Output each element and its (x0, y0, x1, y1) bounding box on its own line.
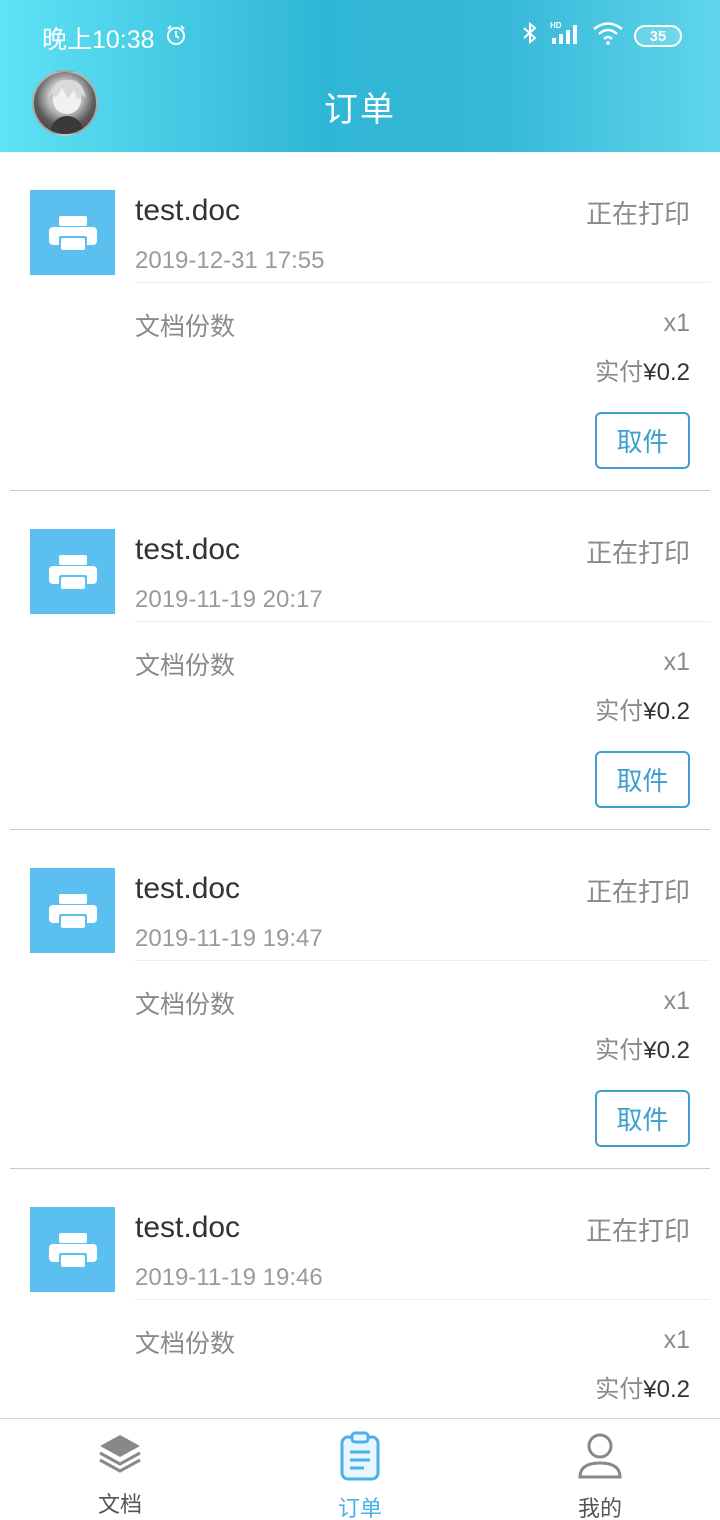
bottom-tab-bar: 文档 订单 我的 (0, 1418, 720, 1520)
printer-icon (30, 1207, 115, 1292)
printer-icon (30, 529, 115, 614)
copies-value: x1 (663, 1326, 690, 1354)
page-title: 订单 (324, 90, 396, 130)
paid-amount-row: 实付¥0.2 (595, 352, 690, 387)
copies-value: x1 (663, 987, 690, 1015)
header: 晚上10:38 HD 35 订单 (0, 0, 720, 152)
status-time: 晚上10:38 (42, 26, 155, 54)
file-name: test.doc (135, 533, 241, 566)
order-status: 正在打印 (585, 878, 690, 908)
paid-label: 实付 (595, 1036, 644, 1064)
app-root: 晚上10:38 HD 35 订单 test.doc 正在打印 2019-12-3… (0, 0, 720, 1520)
paid-amount: ¥0.2 (643, 1037, 690, 1064)
divider (135, 1299, 710, 1300)
printer-icon (30, 868, 115, 953)
order-status: 正在打印 (585, 539, 690, 569)
copies-label: 文档份数 (135, 312, 236, 341)
paid-label: 实付 (595, 358, 644, 386)
paid-amount: ¥0.2 (643, 698, 690, 725)
tab-label: 我的 (577, 1497, 622, 1520)
tab-label: 订单 (337, 1497, 382, 1520)
wifi-icon (592, 21, 624, 51)
layers-icon (97, 1431, 143, 1483)
file-name: test.doc (135, 1211, 241, 1244)
order-status: 正在打印 (585, 1217, 690, 1247)
copies-label: 文档份数 (135, 1329, 236, 1358)
paid-label: 实付 (595, 697, 644, 725)
copies-value: x1 (663, 309, 690, 337)
tab-documents[interactable]: 文档 (0, 1419, 240, 1520)
tab-label: 文档 (97, 1493, 142, 1518)
battery-indicator: 35 (634, 25, 682, 47)
signal-icon: HD (550, 20, 582, 52)
order-card[interactable]: test.doc 正在打印 2019-11-19 19:47 文档份数 x1 实… (10, 830, 710, 1169)
bluetooth-icon (520, 21, 540, 51)
status-time-group: 晚上10:38 (42, 20, 187, 56)
order-card[interactable]: test.doc 正在打印 2019-11-19 20:17 文档份数 x1 实… (10, 491, 710, 830)
pickup-button[interactable]: 取件 (595, 412, 690, 469)
paid-label: 实付 (595, 1375, 644, 1403)
order-date: 2019-11-19 20:17 (135, 586, 323, 613)
order-card[interactable]: test.doc 正在打印 2019-11-19 19:46 文档份数 x1 实… (10, 1169, 710, 1418)
clipboard-icon (337, 1431, 383, 1487)
order-card[interactable]: test.doc 正在打印 2019-12-31 17:55 文档份数 x1 实… (10, 152, 710, 491)
user-icon (577, 1431, 623, 1487)
copies-label: 文档份数 (135, 651, 236, 680)
alarm-icon (165, 24, 187, 53)
order-status: 正在打印 (585, 200, 690, 230)
paid-amount: ¥0.2 (643, 1376, 690, 1403)
copies-value: x1 (663, 648, 690, 676)
tab-profile[interactable]: 我的 (480, 1419, 720, 1520)
order-date: 2019-11-19 19:46 (135, 1264, 323, 1291)
printer-icon (30, 190, 115, 275)
file-name: test.doc (135, 872, 241, 905)
pickup-button[interactable]: 取件 (595, 1090, 690, 1147)
divider (135, 282, 710, 283)
order-date: 2019-11-19 19:47 (135, 925, 323, 952)
divider (135, 621, 710, 622)
svg-text:HD: HD (550, 21, 562, 30)
divider (135, 960, 710, 961)
file-name: test.doc (135, 194, 241, 227)
pickup-button[interactable]: 取件 (595, 751, 690, 808)
copies-label: 文档份数 (135, 990, 236, 1019)
paid-amount-row: 实付¥0.2 (595, 1369, 690, 1404)
status-icons: HD 35 (520, 20, 682, 52)
paid-amount-row: 实付¥0.2 (595, 1030, 690, 1065)
paid-amount-row: 实付¥0.2 (595, 691, 690, 726)
order-date: 2019-12-31 17:55 (135, 247, 325, 274)
paid-amount: ¥0.2 (643, 359, 690, 386)
tab-orders[interactable]: 订单 (240, 1419, 480, 1520)
order-list[interactable]: test.doc 正在打印 2019-12-31 17:55 文档份数 x1 实… (0, 152, 720, 1418)
status-bar: 晚上10:38 HD 35 (0, 0, 720, 70)
